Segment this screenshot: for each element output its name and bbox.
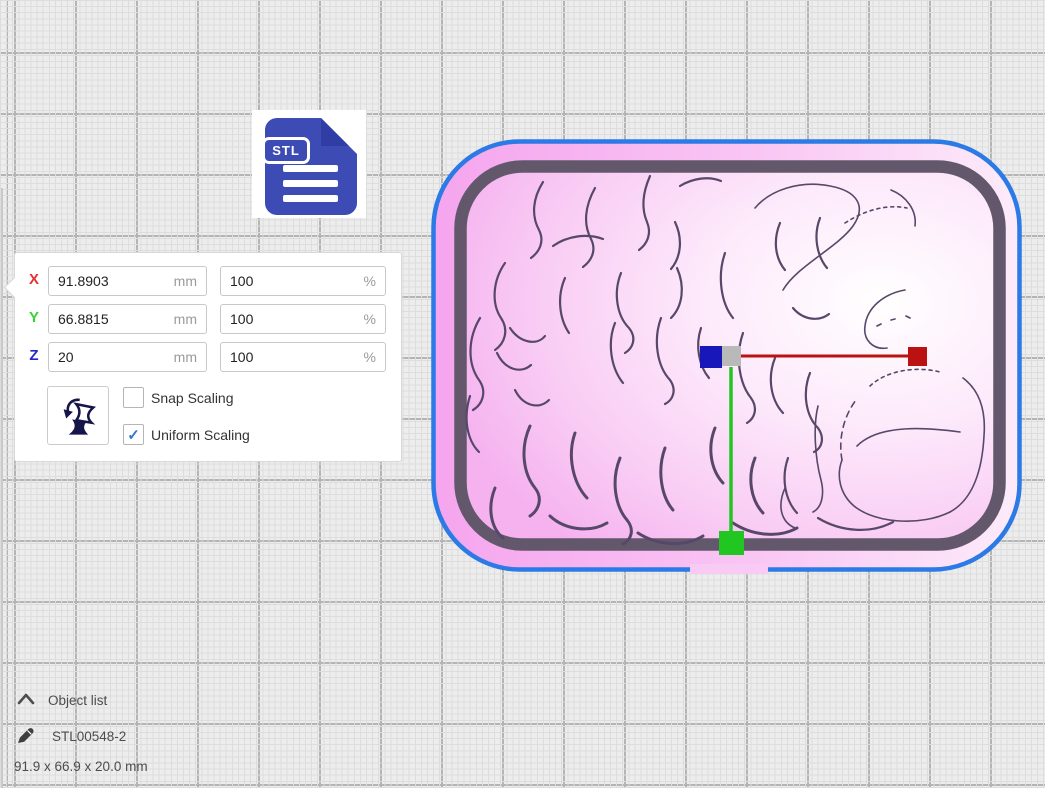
chevron-up-icon [16, 692, 36, 706]
object-dimensions: 91.9 x 66.9 x 20.0 mm [14, 759, 148, 774]
rename-object-button[interactable] [16, 726, 35, 745]
cura-3d-viewport-screen: { "viewport": { "background": "#ededed",… [0, 0, 1045, 788]
selection-outline-gap [690, 564, 768, 574]
scale-handle-z[interactable] [700, 346, 722, 368]
x-size-unit: mm [174, 273, 206, 289]
x-percent-input[interactable] [221, 273, 364, 289]
model-viewport[interactable] [425, 130, 1035, 585]
uniform-scaling-checkbox[interactable] [123, 424, 144, 445]
y-size-input[interactable] [49, 311, 174, 327]
y-percent-field: % [220, 304, 386, 334]
stl-icon-textline [283, 165, 338, 172]
y-size-field: mm [48, 304, 207, 334]
z-size-field: mm [48, 342, 207, 372]
axis-label-x: X [23, 266, 45, 294]
scale-tool-panel: X mm % Y mm % Z mm % [14, 252, 402, 462]
x-percent-field: % [220, 266, 386, 296]
z-size-unit: mm [174, 349, 206, 365]
x-size-input[interactable] [49, 273, 174, 289]
scale-handle-center[interactable] [722, 346, 741, 366]
stl-file-icon-flap [321, 118, 349, 146]
stl-icon-textline [283, 195, 338, 202]
x-size-field: mm [48, 266, 207, 296]
y-percent-input[interactable] [221, 311, 364, 327]
y-size-unit: mm [174, 311, 206, 327]
reset-scale-button[interactable] [47, 386, 109, 445]
axis-label-y: Y [23, 304, 45, 332]
z-percent-input[interactable] [221, 349, 364, 365]
reset-scale-icon [56, 394, 100, 438]
snap-scaling-checkbox[interactable] [123, 387, 144, 408]
scale-handle-y[interactable] [719, 531, 744, 555]
uniform-scaling-label: Uniform Scaling [151, 427, 250, 443]
scale-handle-x[interactable] [908, 347, 927, 366]
stl-badge: STL [262, 137, 310, 164]
object-list-label: Object list [48, 693, 107, 708]
z-percent-field: % [220, 342, 386, 372]
stl-file-thumbnail[interactable]: STL [252, 110, 366, 218]
y-percent-unit: % [364, 311, 385, 327]
build-plate-edge [1, 188, 3, 788]
snap-scaling-label: Snap Scaling [151, 390, 234, 406]
stl-icon-textline [283, 180, 338, 187]
z-size-input[interactable] [49, 349, 174, 365]
x-percent-unit: % [364, 273, 385, 289]
pencil-icon [16, 726, 35, 745]
panel-arrow [4, 277, 25, 298]
object-list-item-name[interactable]: STL00548-2 [52, 729, 126, 744]
axis-label-z: Z [23, 342, 45, 370]
z-percent-unit: % [364, 349, 385, 365]
object-list-toggle[interactable] [16, 692, 36, 706]
